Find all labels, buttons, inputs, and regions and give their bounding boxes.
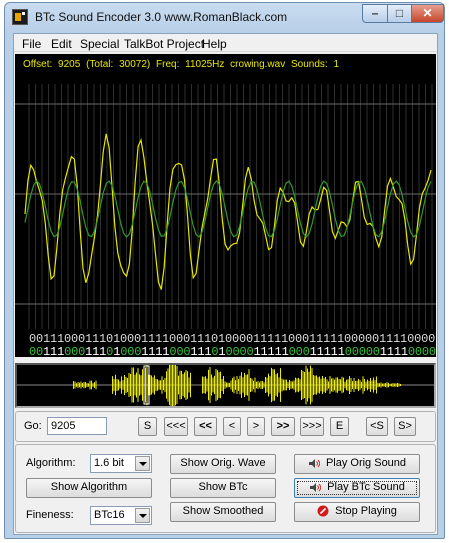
close-button[interactable]: ✕	[411, 4, 444, 23]
overview-waveform	[17, 365, 434, 406]
fineness-value: BTc16	[94, 509, 125, 521]
client-area: File Edit Special TalkBot Project Help O…	[13, 33, 438, 535]
bits-row-encoded: 0011100011101000111100011101000011111000…	[29, 345, 436, 357]
controls-panel: Algorithm: 1.6 bit Show Algorithm Finene…	[15, 444, 436, 533]
app-window: BTc Sound Encoder 3.0 www.RomanBlack.com…	[4, 2, 445, 539]
play-btc-sound-button[interactable]: Play BTc Sound	[294, 478, 420, 498]
navigation-panel: Go: 9205 S <<< << < > >> >>> E <S S>	[15, 411, 436, 442]
end-marker-button[interactable]: E	[330, 417, 349, 436]
prev-button[interactable]: <	[223, 417, 241, 436]
smoothed-waveform-line	[24, 180, 432, 238]
prev-sound-button[interactable]: <S	[366, 417, 388, 436]
show-orig-wave-button[interactable]: Show Orig. Wave	[170, 454, 276, 474]
go-label: Go:	[24, 420, 42, 432]
fineness-label: Fineness:	[26, 509, 74, 521]
play-orig-sound-button[interactable]: Play Orig Sound	[294, 454, 420, 474]
menu-edit[interactable]: Edit	[51, 37, 72, 51]
menu-bar: File Edit Special TalkBot Project Help	[14, 34, 437, 52]
stop-playing-button[interactable]: Stop Playing	[294, 502, 420, 522]
show-smoothed-button[interactable]: Show Smoothed	[170, 502, 276, 522]
sound-overview[interactable]	[15, 363, 436, 408]
speaker-icon	[308, 458, 320, 468]
waveform-plot	[15, 84, 436, 329]
offset-input[interactable]: 9205	[47, 417, 107, 435]
next-sound-button[interactable]: S>	[394, 417, 416, 436]
scope-info-text: Offset: 9205 (Total: 30072) Freq: 11025H…	[23, 59, 340, 70]
app-icon	[12, 9, 28, 25]
waveform-scope[interactable]: Offset: 9205 (Total: 30072) Freq: 11025H…	[15, 54, 436, 357]
show-algorithm-button[interactable]: Show Algorithm	[26, 478, 152, 498]
stop-icon	[317, 505, 329, 517]
play-orig-sound-label: Play Orig Sound	[325, 457, 407, 469]
last-button[interactable]: >>>	[300, 417, 324, 436]
speaker-icon	[310, 482, 322, 492]
fineness-select[interactable]: BTc16	[90, 506, 152, 525]
first-button[interactable]: <<<	[164, 417, 188, 436]
title-bar[interactable]: BTc Sound Encoder 3.0 www.RomanBlack.com…	[5, 3, 444, 31]
menu-talkbot-project[interactable]: TalkBot Project	[124, 37, 204, 51]
prev-page-button[interactable]: <<	[194, 417, 217, 436]
menu-file[interactable]: File	[22, 37, 41, 51]
algorithm-select[interactable]: 1.6 bit	[90, 454, 152, 473]
menu-help[interactable]: Help	[202, 37, 227, 51]
algorithm-label: Algorithm:	[26, 457, 76, 469]
next-page-button[interactable]: >>	[271, 417, 295, 436]
bits-row-original: 0011100011101000111100011101000011111000…	[29, 332, 436, 346]
window-title: BTc Sound Encoder 3.0 www.RomanBlack.com	[35, 10, 288, 24]
stop-playing-label: Stop Playing	[335, 505, 397, 517]
algorithm-value: 1.6 bit	[94, 457, 124, 469]
chevron-down-icon	[135, 456, 150, 471]
chevron-down-icon	[135, 508, 150, 523]
next-button[interactable]: >	[247, 417, 265, 436]
maximize-button[interactable]: □	[387, 4, 412, 23]
play-btc-sound-label: Play BTc Sound	[327, 481, 405, 493]
minimize-button[interactable]: –	[362, 4, 388, 23]
menu-special[interactable]: Special	[80, 37, 119, 51]
show-btc-button[interactable]: Show BTc	[170, 478, 276, 498]
start-marker-button[interactable]: S	[138, 417, 157, 436]
